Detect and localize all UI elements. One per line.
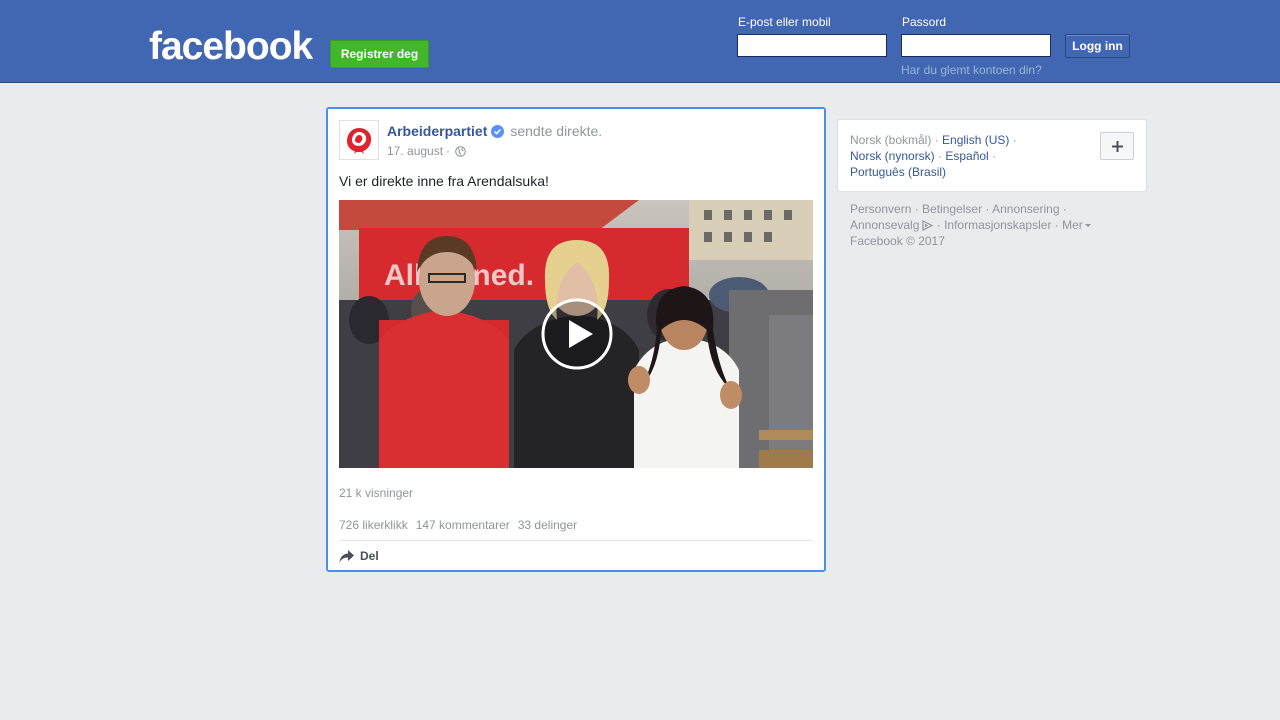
post-header: Arbeiderpartiet sendte direkte. — [387, 123, 602, 139]
footer-link-cookies[interactable]: Informasjonskapsler — [944, 218, 1051, 232]
login-button[interactable]: Logg inn — [1065, 34, 1130, 58]
divider — [339, 540, 813, 541]
share-arrow-icon — [339, 549, 354, 563]
post-message: Vi er direkte inne fra Arendalsuka! — [339, 173, 549, 189]
language-option[interactable]: Norsk (nynorsk) — [850, 149, 935, 163]
language-list: Norsk (bokmål) · English (US) · Norsk (n… — [850, 133, 1017, 179]
footer-link-adchoices[interactable]: Annonsevalg — [850, 218, 919, 232]
footer-links: Personvern · Betingelser · Annonsering ·… — [850, 201, 1140, 249]
password-field[interactable] — [901, 34, 1051, 57]
globe-icon[interactable] — [455, 145, 466, 157]
forgot-account-link[interactable]: Har du glemt kontoen din? — [901, 63, 1042, 77]
facebook-logo[interactable]: facebook — [149, 26, 313, 68]
adchoices-icon — [921, 220, 934, 232]
view-count: 21 k visninger — [339, 486, 414, 500]
play-icon[interactable] — [541, 298, 613, 370]
language-selector: Norsk (bokmål) · English (US) · Norsk (n… — [837, 119, 1147, 192]
plus-icon — [1111, 140, 1123, 152]
caret-down-icon — [1084, 224, 1091, 228]
email-field[interactable] — [737, 34, 887, 57]
rose-logo-icon — [344, 125, 374, 155]
verified-badge-icon — [491, 124, 505, 138]
top-bar: facebook Registrer deg E-post eller mobi… — [0, 0, 1280, 83]
engagement-stats: 726 likerklikk 147 kommentarer 33 deling… — [339, 518, 577, 532]
copyright: Facebook © 2017 — [850, 234, 945, 248]
post-action-text: sendte direkte. — [510, 123, 603, 139]
post-timestamp[interactable]: 17. august — [387, 144, 443, 158]
share-label: Del — [360, 549, 379, 563]
language-option[interactable]: English (US) — [942, 133, 1009, 147]
footer-link-terms[interactable]: Betingelser — [922, 202, 982, 216]
password-label: Passord — [902, 15, 947, 29]
more-languages-button[interactable] — [1100, 132, 1134, 160]
live-video[interactable]: Alle s ned. — [339, 200, 813, 468]
meta-separator: · — [446, 144, 451, 158]
comments-count[interactable]: 147 kommentarer — [416, 518, 510, 532]
email-label: E-post eller mobil — [738, 15, 831, 29]
language-option[interactable]: Português (Brasil) — [850, 165, 946, 179]
post-meta: 17. august · — [387, 144, 466, 158]
shares-count[interactable]: 33 delinger — [518, 518, 577, 532]
footer-link-privacy[interactable]: Personvern — [850, 202, 911, 216]
more-label: Mer — [1062, 218, 1083, 232]
footer-link-advertising[interactable]: Annonsering — [992, 202, 1059, 216]
share-button[interactable]: Del — [339, 549, 379, 563]
current-language: Norsk (bokmål) — [850, 133, 932, 147]
language-option[interactable]: Español — [945, 149, 988, 163]
register-button[interactable]: Registrer deg — [330, 40, 429, 68]
page-avatar[interactable] — [339, 120, 379, 160]
footer-link-more[interactable]: Mer — [1062, 218, 1091, 232]
post-card: Arbeiderpartiet sendte direkte. 17. augu… — [326, 107, 826, 572]
likes-count[interactable]: 726 likerklikk — [339, 518, 408, 532]
author-name[interactable]: Arbeiderpartiet — [387, 123, 487, 139]
